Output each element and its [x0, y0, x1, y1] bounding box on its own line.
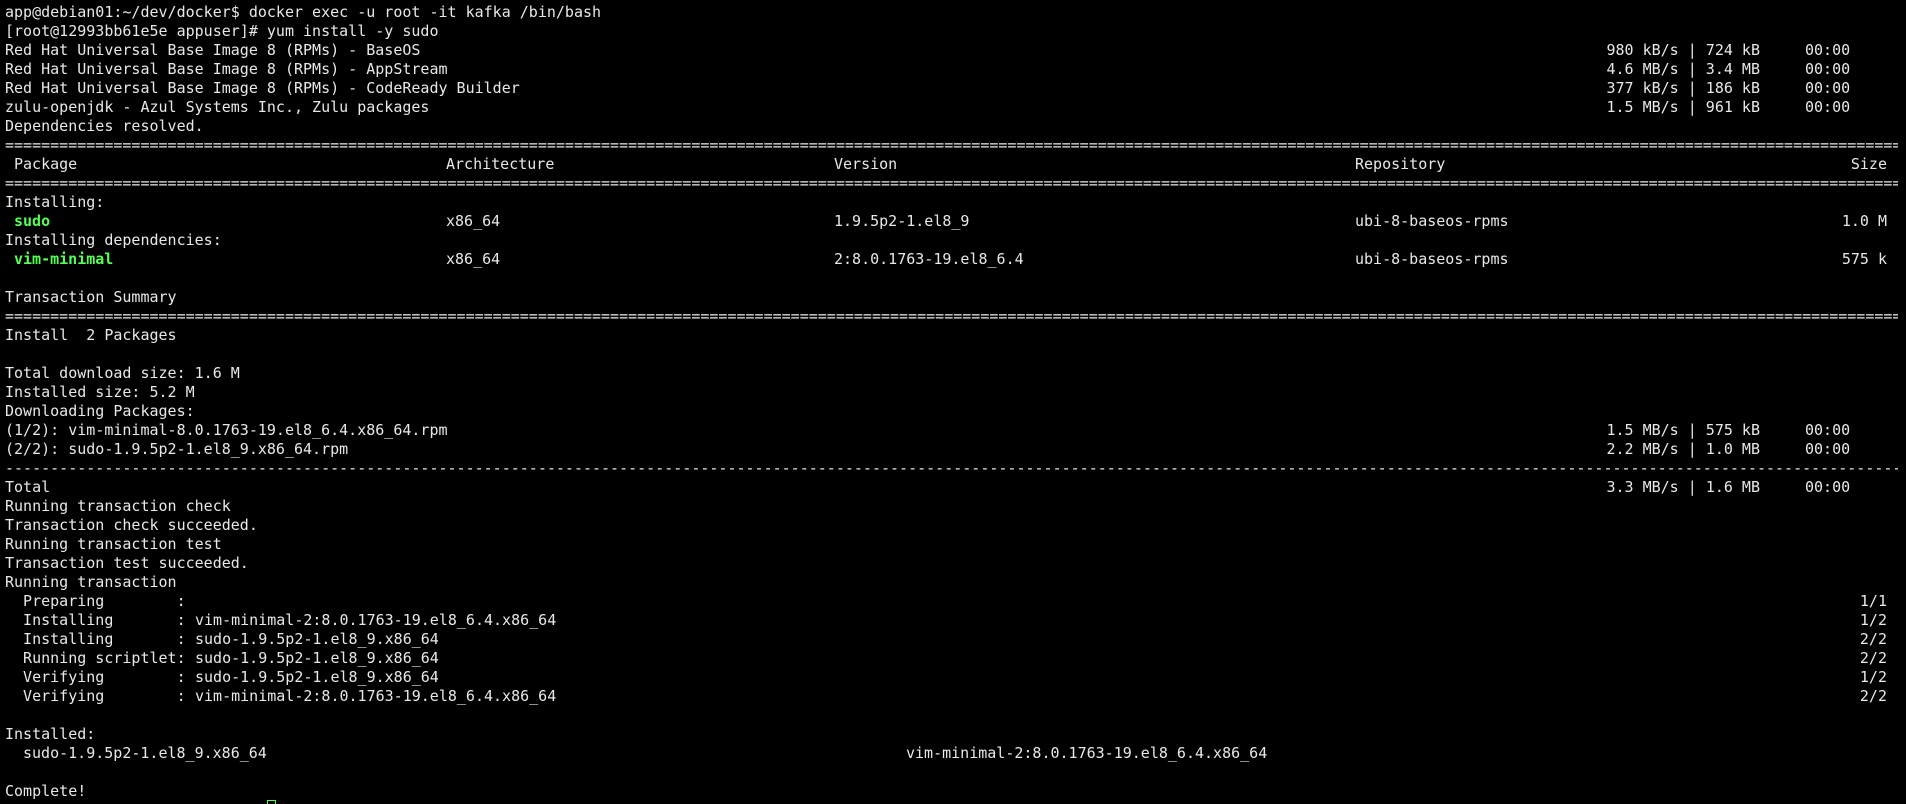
status-line: Running transaction test [5, 535, 222, 553]
header-package: Package [14, 155, 78, 173]
install-count: Install 2 Packages [5, 326, 177, 344]
installing-label: Installing: [5, 193, 105, 211]
terminal-window[interactable]: app@debian01:~/dev/docker$ docker exec -… [0, 0, 1906, 804]
step-count: 2/2 [1859, 687, 1887, 705]
installed-item: vim-minimal-2:8.0.1763-19.el8_6.4.x86_64 [906, 744, 1268, 762]
repo-time: 00:00 [1805, 98, 1851, 116]
package-name: vim-minimal [14, 250, 114, 268]
status-line: Running transaction [5, 573, 177, 591]
repo-name: Red Hat Universal Base Image 8 (RPMs) - … [5, 60, 448, 78]
installed-size: Installed size: 5.2 M [5, 383, 195, 401]
total-speed: 3.3 MB/s | 1.6 MB [1606, 478, 1760, 496]
step-count: 1/1 [1859, 592, 1887, 610]
repo-name: Red Hat Universal Base Image 8 (RPMs) - … [5, 41, 421, 59]
repo-time: 00:00 [1805, 60, 1851, 78]
prompt-line: app@debian01:~/dev/docker$ docker exec -… [5, 3, 602, 21]
step-action: Installing : [5, 630, 186, 648]
package-arch: x86_64 [446, 250, 501, 268]
status-line: Transaction check succeeded. [5, 516, 258, 534]
status-line: Running transaction check [5, 497, 231, 515]
header-size: Size [1850, 155, 1887, 173]
complete-message: Complete! [5, 782, 87, 800]
step-count: 2/2 [1859, 630, 1887, 648]
download-file: (1/2): vim-minimal-8.0.1763-19.el8_6.4.x… [5, 421, 448, 439]
cursor [267, 800, 276, 804]
step-action: Installing : [5, 611, 186, 629]
step-count: 1/2 [1859, 668, 1887, 686]
step-count: 2/2 [1859, 649, 1887, 667]
step-action: Preparing : [5, 592, 186, 610]
repo-time: 00:00 [1805, 41, 1851, 59]
download-speed: 1.5 MB/s | 575 kB [1606, 421, 1760, 439]
step-target: sudo-1.9.5p2-1.el8_9.x86_64 [195, 668, 439, 686]
repo-name: zulu-openjdk - Azul Systems Inc., Zulu p… [5, 98, 430, 116]
header-version: Version [834, 155, 898, 173]
step-action: Verifying : [5, 668, 186, 686]
download-time: 00:00 [1805, 440, 1851, 458]
step-action: Running scriptlet: [5, 649, 186, 667]
repo-time: 00:00 [1805, 79, 1851, 97]
repo-name: Red Hat Universal Base Image 8 (RPMs) - … [5, 79, 520, 97]
package-repo: ubi-8-baseos-rpms [1355, 212, 1509, 230]
package-size: 575 k [1841, 250, 1887, 268]
double-rule: ========================================… [5, 307, 1898, 325]
installed-label: Installed: [5, 725, 96, 743]
total-download-size: Total download size: 1.6 M [5, 364, 240, 382]
package-size: 1.0 M [1841, 212, 1887, 230]
repo-speed: 980 kB/s | 724 kB [1606, 41, 1760, 59]
status-line: Transaction test succeeded. [5, 554, 249, 572]
downloading-label: Downloading Packages: [5, 402, 195, 420]
single-rule: ----------------------------------------… [5, 459, 1898, 477]
header-repository: Repository [1355, 155, 1446, 173]
package-version: 2:8.0.1763-19.el8_6.4 [834, 250, 1024, 268]
header-architecture: Architecture [446, 155, 555, 173]
deps-resolved: Dependencies resolved. [5, 117, 204, 135]
installing-deps-label: Installing dependencies: [5, 231, 222, 249]
step-target: sudo-1.9.5p2-1.el8_9.x86_64 [195, 630, 439, 648]
download-speed: 2.2 MB/s | 1.0 MB [1606, 440, 1760, 458]
package-version: 1.9.5p2-1.el8_9 [834, 212, 970, 230]
step-action: Verifying : [5, 687, 186, 705]
download-file: (2/2): sudo-1.9.5p2-1.el8_9.x86_64.rpm [5, 440, 349, 458]
step-count: 1/2 [1859, 611, 1887, 629]
total-label: Total [5, 478, 51, 496]
repo-speed: 377 kB/s | 186 kB [1606, 79, 1760, 97]
total-time: 00:00 [1805, 478, 1851, 496]
package-name: sudo [14, 212, 51, 230]
transaction-summary: Transaction Summary [5, 288, 177, 306]
step-target: vim-minimal-2:8.0.1763-19.el8_6.4.x86_64 [195, 687, 557, 705]
package-repo: ubi-8-baseos-rpms [1355, 250, 1509, 268]
package-arch: x86_64 [446, 212, 501, 230]
command-line: [root@12993bb61e5e appuser]# yum install… [5, 22, 439, 40]
step-target: vim-minimal-2:8.0.1763-19.el8_6.4.x86_64 [195, 611, 557, 629]
step-target: sudo-1.9.5p2-1.el8_9.x86_64 [195, 649, 439, 667]
repo-speed: 1.5 MB/s | 961 kB [1606, 98, 1760, 116]
installed-item: sudo-1.9.5p2-1.el8_9.x86_64 [23, 744, 267, 762]
download-time: 00:00 [1805, 421, 1851, 439]
double-rule: ========================================… [5, 174, 1898, 192]
repo-speed: 4.6 MB/s | 3.4 MB [1606, 60, 1760, 78]
double-rule: ========================================… [5, 136, 1898, 154]
